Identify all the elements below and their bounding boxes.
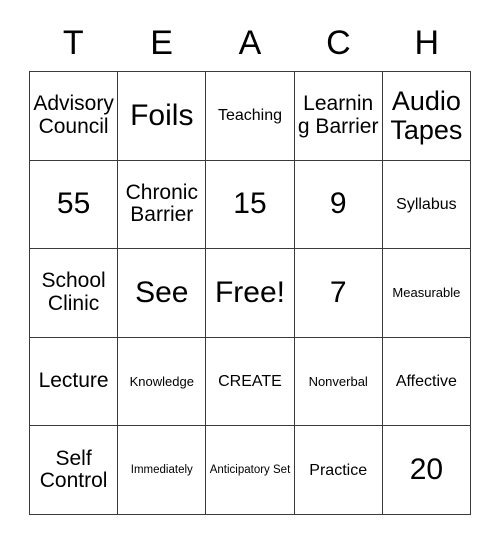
bingo-cell-r4c2[interactable]: Knowledge <box>118 337 207 427</box>
bingo-cell-r3c4[interactable]: 7 <box>294 249 383 338</box>
bingo-cell-r1c5[interactable]: Audio Tapes <box>382 72 471 161</box>
header-letter-4: C <box>326 24 351 62</box>
bingo-cell-r2c4[interactable]: 9 <box>294 160 383 250</box>
bingo-grid: Advisory Council Foils Teaching Learning… <box>29 71 471 515</box>
bingo-cell-r5c1[interactable]: Self Control <box>30 426 119 515</box>
header-letter-5: H <box>414 24 440 62</box>
bingo-cell-r5c4[interactable]: Practice <box>294 426 383 515</box>
bingo-cell-r3c1[interactable]: School Clinic <box>30 249 119 338</box>
bingo-cell-r2c1[interactable]: 55 <box>30 160 119 250</box>
bingo-cell-r4c3[interactable]: CREATE <box>206 337 295 427</box>
bingo-card: T E A C H Advisory Council Foils Teachin… <box>0 0 500 544</box>
bingo-cell-r1c1[interactable]: Advisory Council <box>30 72 119 161</box>
bingo-cell-r2c5[interactable]: Syllabus <box>382 160 471 250</box>
bingo-cell-r4c4[interactable]: Nonverbal <box>294 337 383 427</box>
bingo-cell-r2c2[interactable]: Chronic Barrier <box>118 160 207 250</box>
bingo-cell-r4c5[interactable]: Affective <box>382 337 471 427</box>
bingo-cell-r5c3[interactable]: Anticipatory Set <box>206 426 295 515</box>
bingo-cell-free-space[interactable]: Free! <box>206 249 295 338</box>
bingo-cell-r3c5[interactable]: Measurable <box>382 249 471 338</box>
bingo-cell-r3c2[interactable]: See <box>118 249 207 338</box>
bingo-cell-r5c2[interactable]: Immediately <box>118 426 207 515</box>
header-letter-3: A <box>238 24 262 62</box>
bingo-cell-r4c1[interactable]: Lecture <box>30 337 119 427</box>
bingo-cell-r5c5[interactable]: 20 <box>382 426 471 515</box>
bingo-cell-r2c3[interactable]: 15 <box>206 160 295 250</box>
bingo-cell-r1c2[interactable]: Foils <box>118 72 207 161</box>
header-letter-1: T <box>62 24 84 62</box>
bingo-cell-r1c4[interactable]: Learning Barrier <box>294 72 383 161</box>
bingo-header: T E A C H <box>29 18 471 68</box>
bingo-cell-r1c3[interactable]: Teaching <box>206 72 295 161</box>
header-letter-2: E <box>150 24 173 62</box>
